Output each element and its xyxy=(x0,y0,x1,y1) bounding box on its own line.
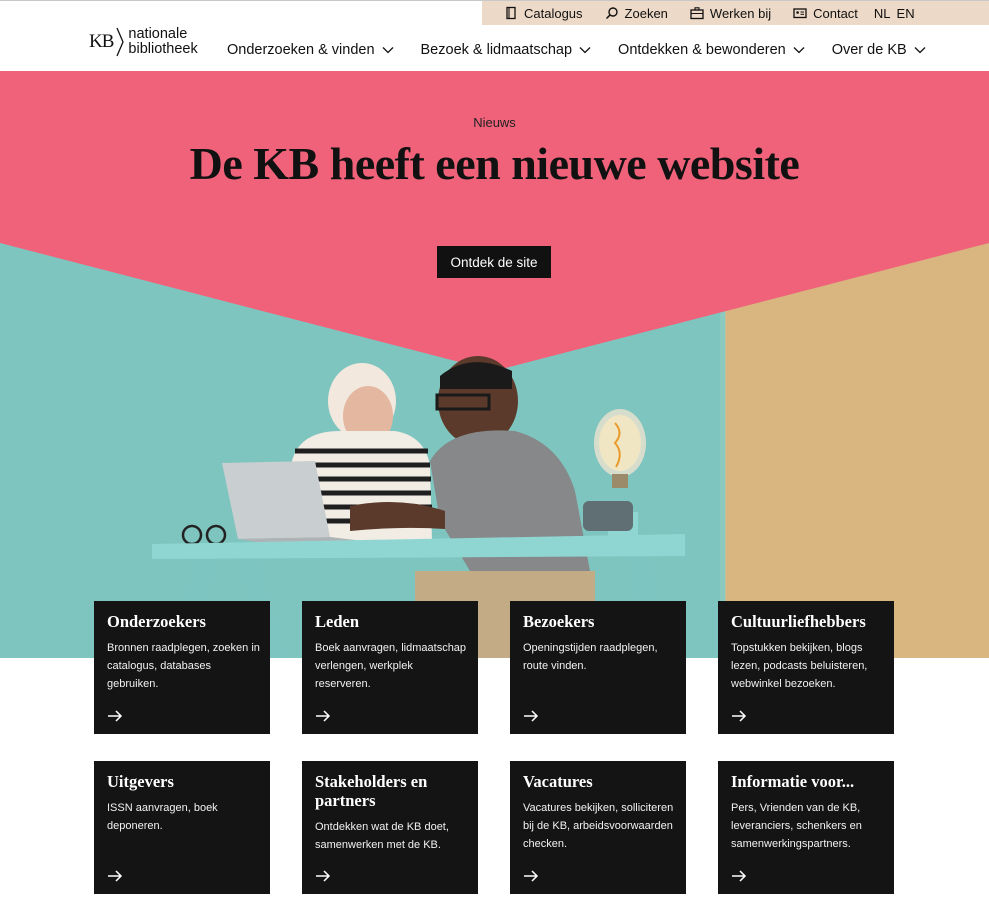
card-uitgevers[interactable]: Uitgevers ISSN aanvragen, boek deponeren… xyxy=(94,761,270,894)
nav-label: Onderzoeken & vinden xyxy=(227,42,375,58)
arrow-right-icon xyxy=(524,870,539,882)
hero: Nieuws De KB heeft een nieuwe website On… xyxy=(0,71,989,658)
chevron-down-icon xyxy=(579,47,591,54)
utility-link-catalogus[interactable]: Catalogus xyxy=(504,6,583,21)
card-stakeholders-partners[interactable]: Stakeholders en partners Ontdekken wat d… xyxy=(302,761,478,894)
card-title: Uitgevers xyxy=(107,772,174,791)
nav-label: Bezoek & lidmaatschap xyxy=(420,42,573,58)
card-text: Pers, Vrienden van de KB, leveranciers, … xyxy=(731,802,862,850)
briefcase-icon xyxy=(690,7,704,20)
card-title: Stakeholders en partners xyxy=(315,772,428,810)
utility-link-label: Contact xyxy=(813,5,858,21)
card-bezoekers[interactable]: Bezoekers Openingstijden raadplegen, rou… xyxy=(510,601,686,734)
main-nav: Onderzoeken & vinden Bezoek & lidmaatsch… xyxy=(227,42,953,58)
card-title: Bezoekers xyxy=(523,612,595,631)
discover-site-button[interactable]: Ontdek de site xyxy=(437,246,551,278)
chevron-down-icon xyxy=(793,47,805,54)
nav-label: Over de KB xyxy=(831,42,907,58)
card-vacatures[interactable]: Vacatures Vacatures bekijken, solliciter… xyxy=(510,761,686,894)
chevron-down-icon xyxy=(914,47,926,54)
utility-link-werken-bij[interactable]: Werken bij xyxy=(690,6,771,21)
utility-link-contact[interactable]: Contact xyxy=(793,6,858,21)
card-title: Onderzoekers xyxy=(107,612,206,631)
logo-text: nationale bibliotheek xyxy=(128,27,197,57)
logo-bracket-icon xyxy=(116,27,125,57)
card-onderzoekers[interactable]: Onderzoekers Bronnen raadplegen, zoeken … xyxy=(94,601,270,734)
kb-logo[interactable]: KB nationale bibliotheek xyxy=(89,27,198,57)
arrow-right-icon xyxy=(316,710,331,722)
card-informatie-voor[interactable]: Informatie voor... Pers, Vrienden van de… xyxy=(718,761,894,894)
search-icon xyxy=(605,7,618,20)
language-switch: NL EN xyxy=(874,6,915,21)
utility-link-label: Catalogus xyxy=(524,5,583,21)
card-text: Bronnen raadplegen, zoeken in catalogus,… xyxy=(107,642,260,690)
nav-label: Ontdekken & bewonderen xyxy=(618,42,786,58)
card-text: Vacatures bekijken, solliciteren bij de … xyxy=(523,802,674,850)
arrow-right-icon xyxy=(108,870,123,882)
nav-over-de-kb[interactable]: Over de KB xyxy=(832,42,926,58)
utility-link-label: Zoeken xyxy=(624,5,668,21)
arrow-right-icon xyxy=(732,870,747,882)
logo-mark: KB xyxy=(89,31,114,52)
card-title: Informatie voor... xyxy=(731,772,855,791)
card-title: Leden xyxy=(315,612,360,631)
logo-line-1: nationale xyxy=(128,26,188,42)
card-title: Cultuurliefhebbers xyxy=(731,612,866,631)
nav-ontdekken-bewonderen[interactable]: Ontdekken & bewonderen xyxy=(618,42,805,58)
language-en[interactable]: EN xyxy=(897,6,915,21)
utility-link-label: Werken bij xyxy=(709,5,772,21)
hero-title: De KB heeft een nieuwe website xyxy=(189,138,800,189)
utility-link-zoeken[interactable]: Zoeken xyxy=(605,6,668,21)
arrow-right-icon xyxy=(732,710,747,722)
contact-card-icon xyxy=(793,8,807,19)
card-text: Topstukken bekijken, blogs lezen, podcas… xyxy=(731,642,868,690)
book-icon xyxy=(506,6,516,20)
card-text: Boek aanvragen, lidmaatschap verlengen, … xyxy=(315,642,467,690)
nav-onderzoeken-vinden[interactable]: Onderzoeken & vinden xyxy=(227,42,394,58)
card-text: ISSN aanvragen, boek deponeren. xyxy=(107,802,218,832)
language-nl[interactable]: NL xyxy=(874,6,891,21)
logo-line-2: bibliotheek xyxy=(128,41,198,57)
chevron-down-icon xyxy=(382,47,393,54)
card-text: Openingstijden raadplegen, route vinden. xyxy=(523,642,658,672)
card-text: Ontdekken wat de KB doet, samenwerken me… xyxy=(315,821,449,851)
card-cultuurliefhebbers[interactable]: Cultuurliefhebbers Topstukken bekijken, … xyxy=(718,601,894,734)
nav-bezoek-lidmaatschap[interactable]: Bezoek & lidmaatschap xyxy=(421,42,592,58)
arrow-right-icon xyxy=(524,710,539,722)
arrow-right-icon xyxy=(108,710,123,722)
arrow-right-icon xyxy=(316,870,331,882)
hero-label: Nieuws xyxy=(473,115,516,130)
card-title: Vacatures xyxy=(523,772,593,791)
utility-nav: Catalogus Zoeken Werken bij Contact NL E… xyxy=(482,1,989,25)
card-leden[interactable]: Leden Boek aanvragen, lidmaatschap verle… xyxy=(302,601,478,734)
